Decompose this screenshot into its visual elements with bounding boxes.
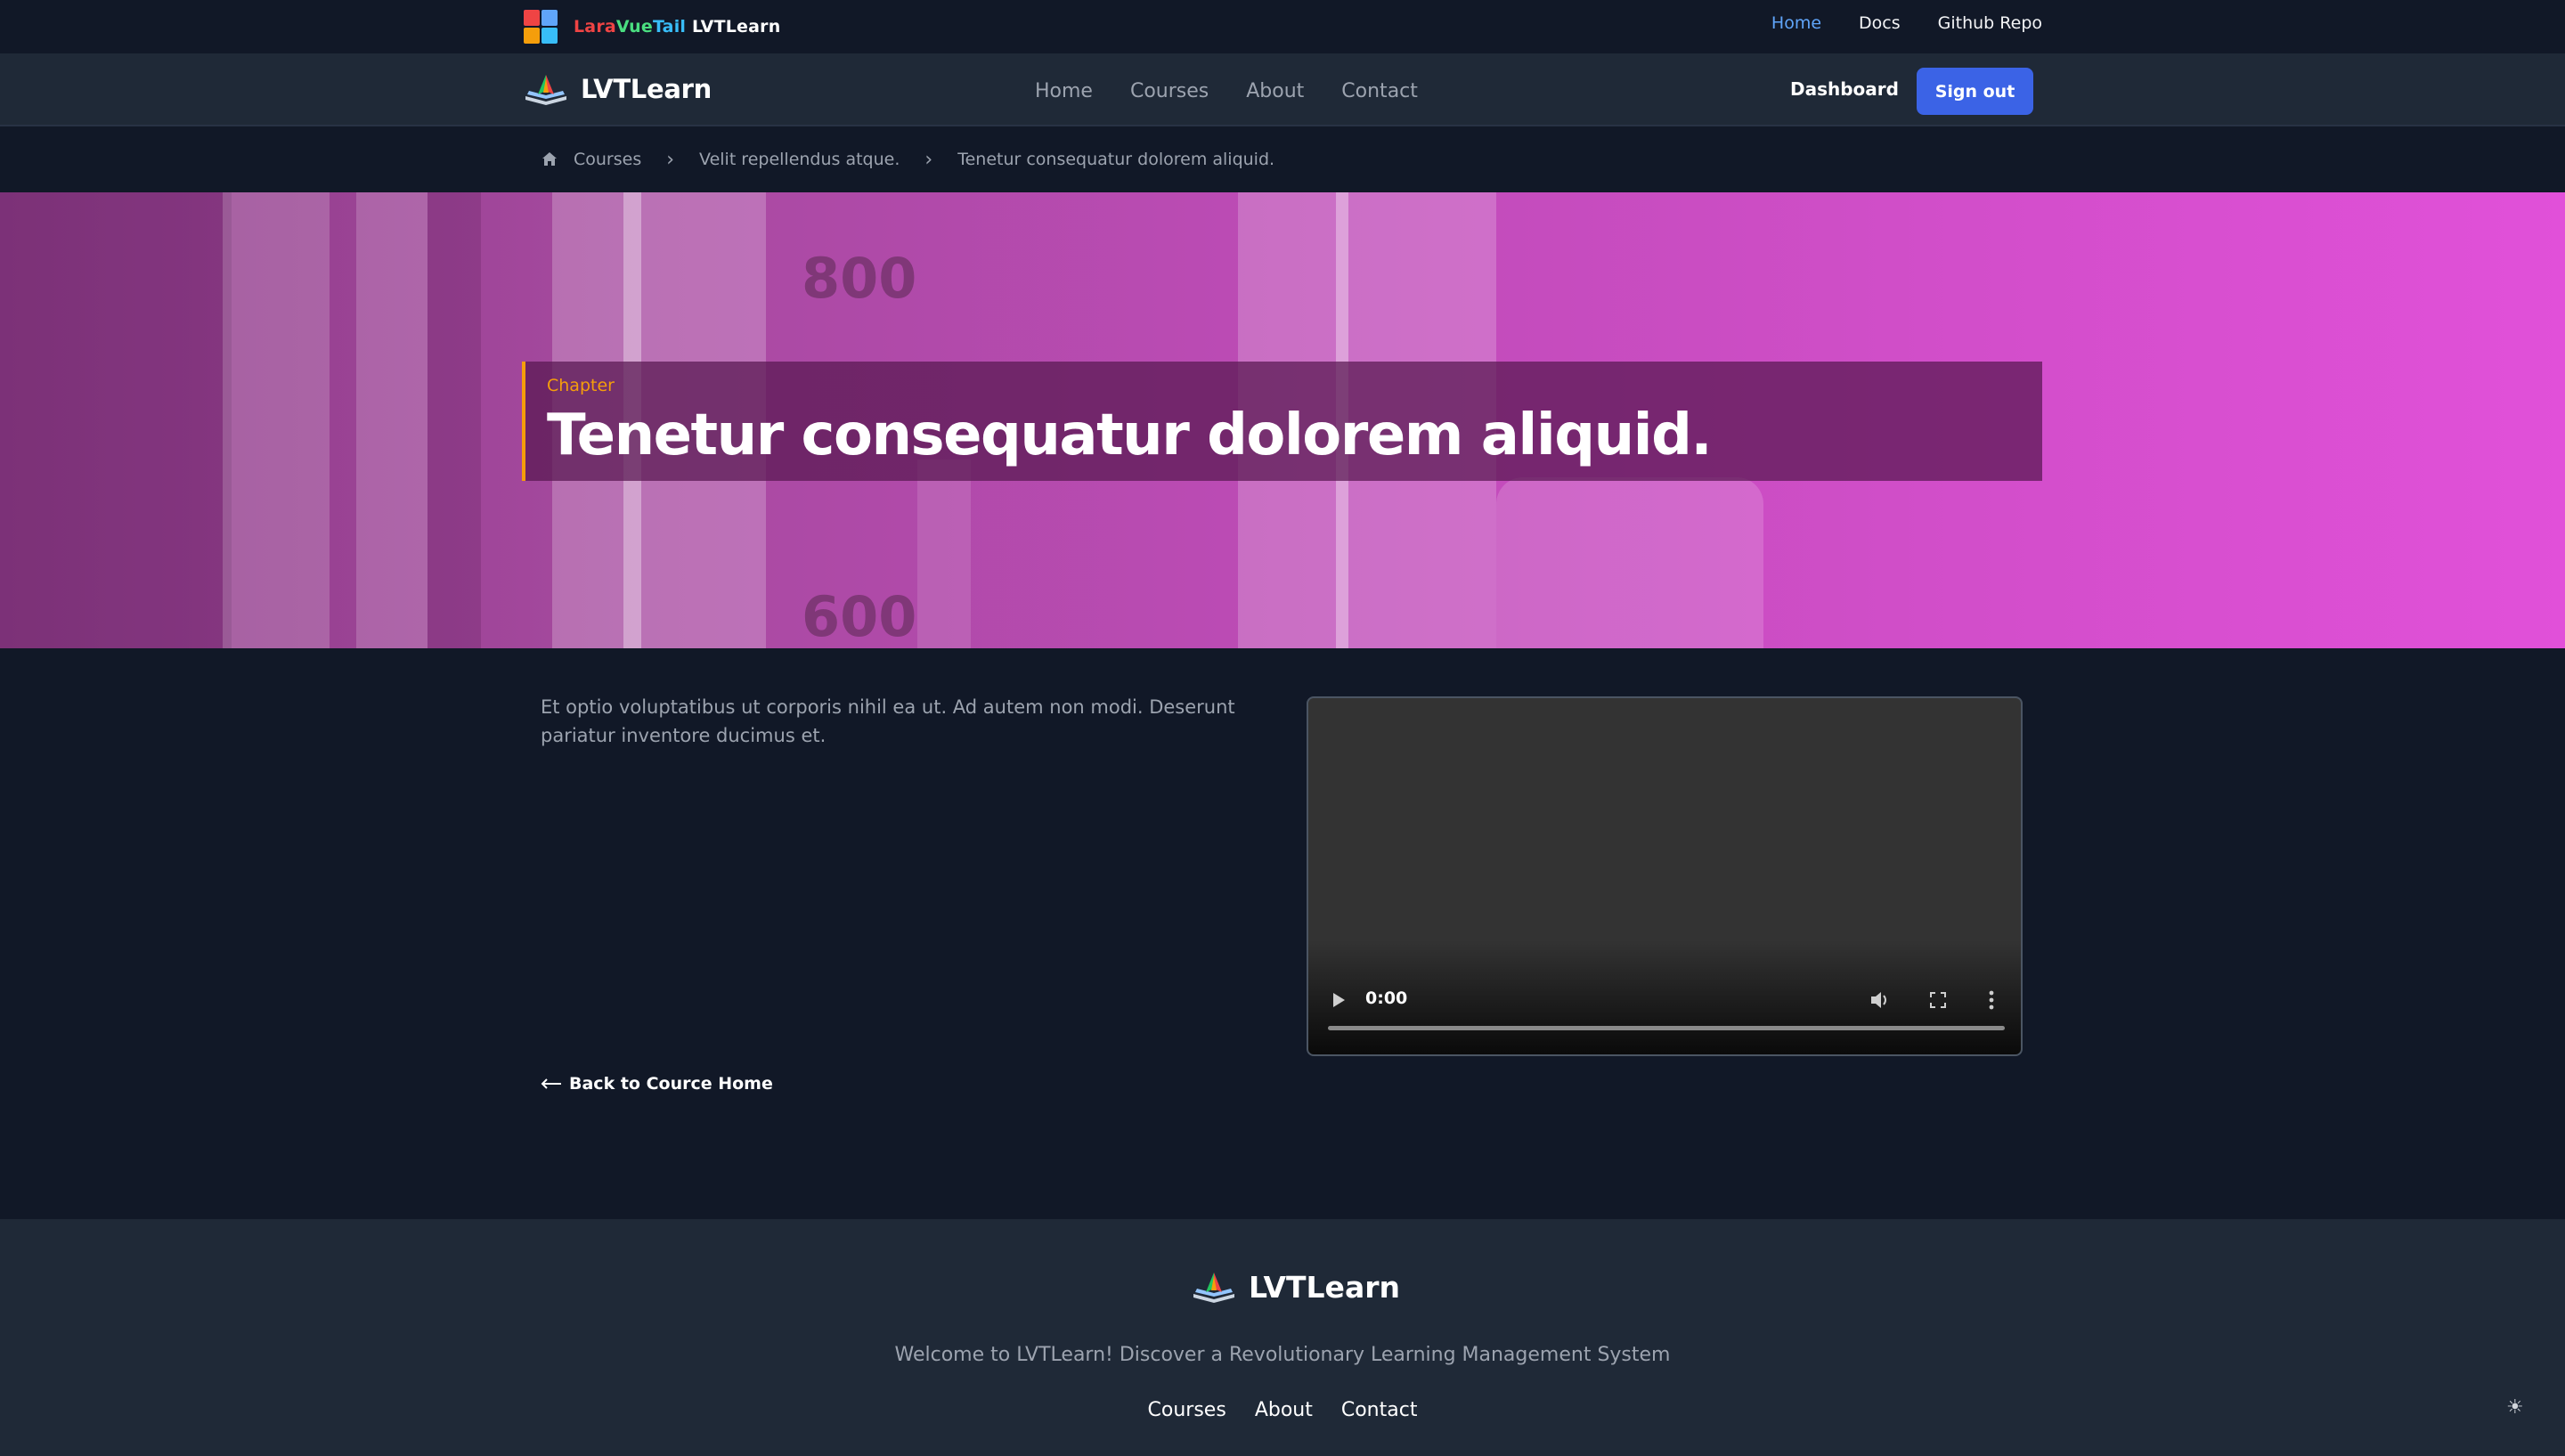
brand-text: LaraVueTail LVTLearn	[574, 17, 780, 37]
sign-out-button[interactable]: Sign out	[1917, 68, 2033, 115]
footer-links: Courses About Contact	[0, 1399, 2565, 1421]
book-logo-icon	[525, 75, 566, 105]
lvt-logo-icon	[522, 8, 559, 45]
sun-icon[interactable]: ☀	[2506, 1396, 2524, 1419]
chapter-header-box: Chapter Tenetur consequatur dolorem aliq…	[522, 362, 2042, 481]
home-icon[interactable]	[542, 151, 558, 167]
top-links: Home Docs Github Repo	[1771, 0, 2042, 46]
footer-link-courses[interactable]: Courses	[1148, 1399, 1226, 1421]
footer: LVTLearn Welcome to LVTLearn! Discover a…	[0, 1219, 2565, 1456]
brand-lvt: LVTLearn	[691, 17, 781, 37]
brand-vue: Vue	[615, 17, 653, 37]
main-nav: LVTLearn Home Courses About Contact Dash…	[0, 55, 2565, 126]
more-vert-icon[interactable]	[1989, 990, 1994, 1010]
chapter-title: Tenetur consequatur dolorem aliquid.	[547, 403, 1713, 468]
top-link-home[interactable]: Home	[1771, 13, 1821, 33]
volume-icon[interactable]	[1869, 990, 1891, 1010]
footer-logo[interactable]: LVTLearn	[1192, 1269, 1400, 1305]
footer-link-contact[interactable]: Contact	[1341, 1399, 1418, 1421]
brand-tail: Tail	[652, 17, 687, 37]
nav-link-home[interactable]: Home	[1035, 80, 1093, 102]
breadcrumb-courses[interactable]: Courses	[574, 150, 641, 169]
chevron-right-icon: ›	[924, 148, 933, 171]
footer-logo-text: LVTLearn	[1249, 1269, 1400, 1305]
video-progress-bar[interactable]	[1328, 1026, 2005, 1030]
arrow-left-icon	[541, 1078, 561, 1089]
video-player[interactable]: 0:00	[1307, 696, 2023, 1056]
dashboard-link[interactable]: Dashboard	[1790, 78, 1899, 100]
brand-lara: Lara	[574, 17, 616, 37]
breadcrumb-current: Tenetur consequatur dolorem aliquid.	[957, 150, 1275, 169]
back-link-label: Back to Cource Home	[569, 1074, 773, 1094]
nav-link-courses[interactable]: Courses	[1130, 80, 1209, 102]
breadcrumb: Courses › Velit repellendus atque. › Ten…	[542, 126, 1274, 192]
chapter-hero: 800 600 Chapter Tenetur consequatur dolo…	[0, 192, 2565, 648]
footer-link-about[interactable]: About	[1255, 1399, 1313, 1421]
chevron-right-icon: ›	[666, 148, 675, 171]
video-time: 0:00	[1365, 988, 1408, 1008]
footer-tagline: Welcome to LVTLearn! Discover a Revoluti…	[894, 1344, 1671, 1366]
breadcrumb-course[interactable]: Velit repellendus atque.	[699, 150, 900, 169]
nav-logo-text: LVTLearn	[581, 74, 712, 104]
chapter-label: Chapter	[547, 376, 615, 395]
play-icon[interactable]	[1331, 992, 1346, 1008]
nav-links: Home Courses About Contact	[1035, 55, 1418, 126]
site-brand[interactable]: LaraVueTail LVTLearn	[522, 5, 780, 48]
top-link-github[interactable]: Github Repo	[1938, 13, 2042, 33]
nav-link-contact[interactable]: Contact	[1341, 80, 1418, 102]
nav-logo[interactable]: LVTLearn	[524, 71, 712, 107]
top-link-docs[interactable]: Docs	[1859, 13, 1901, 33]
chapter-description: Et optio voluptatibus ut corporis nihil …	[541, 696, 1235, 746]
top-bar: LaraVueTail LVTLearn Home Docs Github Re…	[0, 0, 2565, 55]
book-logo-icon	[1193, 1273, 1234, 1303]
nav-link-about[interactable]: About	[1246, 80, 1304, 102]
back-to-course-link[interactable]: Back to Cource Home	[541, 1074, 773, 1094]
fullscreen-icon[interactable]	[1930, 992, 1946, 1008]
